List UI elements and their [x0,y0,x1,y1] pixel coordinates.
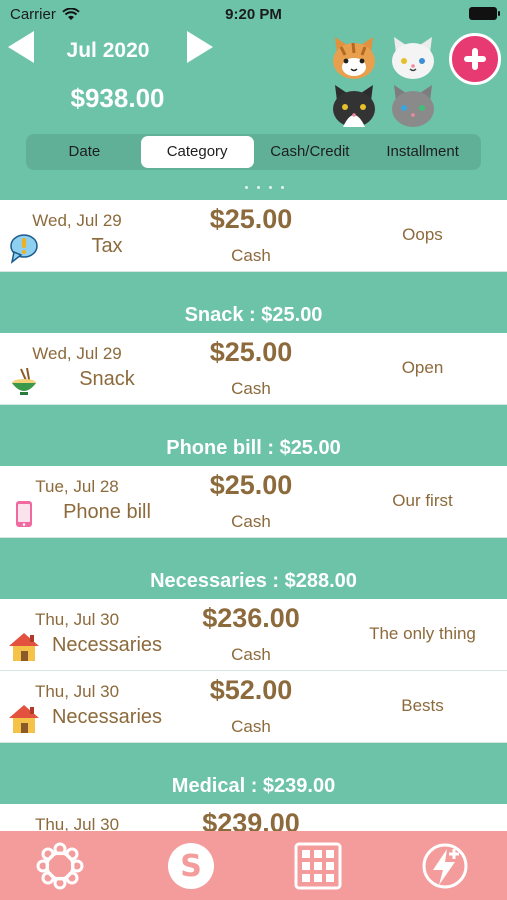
month-total: $938.00 [70,83,165,113]
add-entry-button[interactable] [449,33,501,85]
entry-payment-method: Cash [231,717,271,736]
entry-amount: $25.00 [209,337,293,367]
next-month-arrow-icon[interactable] [181,29,217,65]
entry-category: Necessaries [51,634,163,656]
entry-memo: Open [401,358,444,377]
entry-amount: $25.00 [209,204,293,234]
info-bubble-icon [10,234,38,264]
tab-category[interactable]: Category [140,136,254,168]
entry-category: Phone bill [63,501,151,523]
svg-text:S: S [180,849,202,884]
entry-amount: $236.00 [202,603,300,633]
entry-category: Snack [79,368,135,390]
entry-memo: Oops [402,225,443,244]
category-section-header: Snack : $25.00 [0,272,507,333]
entry-category: Necessaries [51,706,163,728]
battery-icon [469,7,500,20]
tab-date[interactable]: Date [28,136,141,168]
list-item[interactable]: Wed, Jul 29 Snack $25.00 Cash Open [0,333,507,405]
dollar-s-icon[interactable]: S [166,841,216,891]
phone-icon [16,501,32,527]
entry-date: Wed, Jul 29 [32,344,122,363]
list-item[interactable]: Wed, Jul 29 Tax $25.00 Cash Oops [0,200,507,272]
gray-cat-icon[interactable] [388,79,438,129]
entry-date: Thu, Jul 30 [34,682,120,701]
section-title: Snack : $25.00 [184,304,323,326]
entry-payment-method: Cash [231,379,271,398]
white-cat-icon[interactable] [388,31,438,81]
section-title: Necessaries : $288.00 [150,570,357,592]
status-time: 9:20 PM [225,6,282,23]
tab-installment[interactable]: Installment [366,136,479,168]
entry-date: Thu, Jul 30 [34,610,120,629]
expense-list: Wed, Jul 29 Tax $25.00 Cash Oops Snack :… [0,200,507,876]
lightning-add-icon[interactable] [420,841,470,891]
entry-amount: $52.00 [209,675,293,705]
entry-payment-method: Cash [231,512,271,531]
house-icon [9,705,39,733]
pull-refresh-dots [245,186,284,189]
view-segmented-control: Date Category Cash/Credit Installment [26,134,481,170]
entry-memo: Bests [401,696,444,715]
bottom-tab-bar: S [0,831,507,900]
settings-flower-icon[interactable] [35,841,85,891]
entry-amount: $25.00 [209,470,293,500]
entry-date: Wed, Jul 29 [32,211,122,230]
orange-tabby-cat-icon[interactable] [329,31,379,81]
category-section-header: Medical : $239.00 [0,743,507,804]
entry-category: Tax [91,235,123,257]
tab-cash-credit[interactable]: Cash/Credit [254,136,367,168]
tuxedo-cat-icon[interactable] [329,79,379,129]
entry-memo: Our first [392,491,453,510]
list-item[interactable]: Thu, Jul 30 Necessaries $52.00 Cash Best… [0,671,507,743]
list-item[interactable]: Tue, Jul 28 Phone bill $25.00 Cash Our f… [0,466,507,538]
prev-month-arrow-icon[interactable] [4,29,40,65]
noodle-bowl-icon [12,367,36,395]
calendar-grid-icon[interactable] [293,841,343,891]
house-icon [9,633,39,661]
entry-payment-method: Cash [231,246,271,265]
header: Jul 2020 $938.00 [0,25,507,135]
entry-date: Tue, Jul 28 [35,477,119,496]
section-title: Medical : $239.00 [171,775,336,797]
section-title: Phone bill : $25.00 [166,437,341,459]
category-section-header: Necessaries : $288.00 [0,538,507,599]
category-section-header: Phone bill : $25.00 [0,405,507,466]
month-title: Jul 2020 [66,39,150,62]
list-item[interactable]: Thu, Jul 30 Necessaries $236.00 Cash The… [0,599,507,671]
entry-payment-method: Cash [231,645,271,664]
entry-memo: The only thing [369,624,476,643]
